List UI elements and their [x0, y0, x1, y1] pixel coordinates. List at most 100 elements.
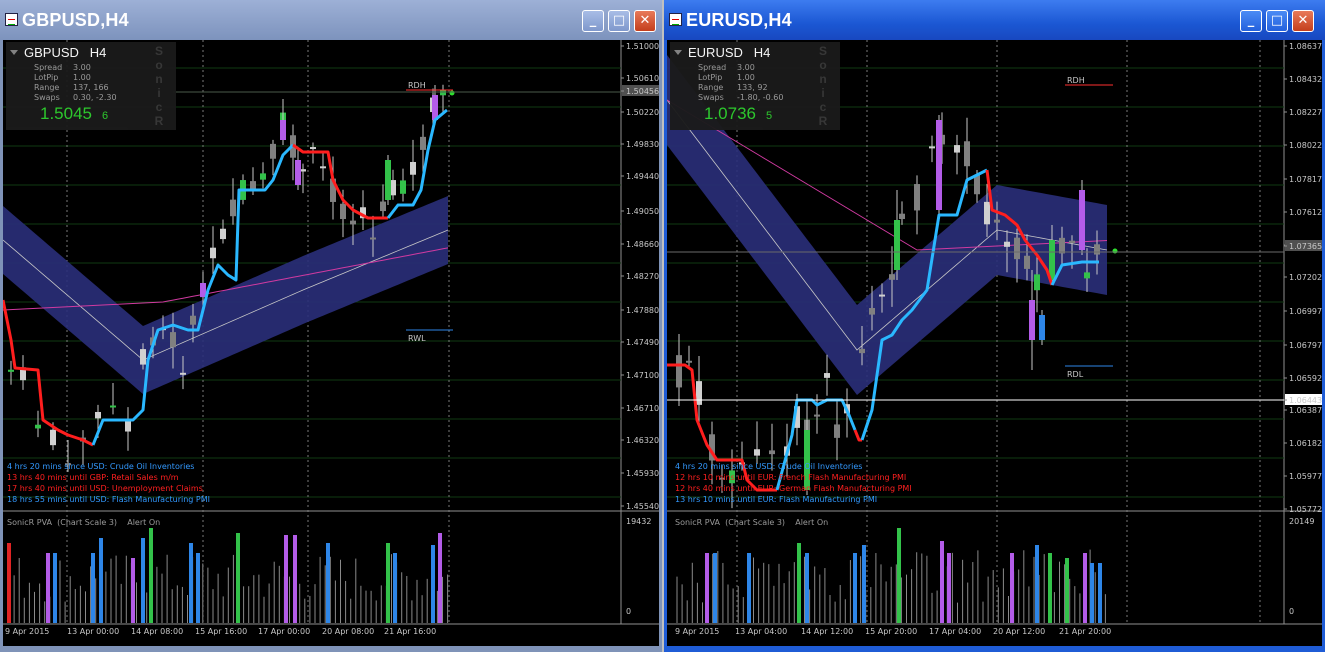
volume-bar: [862, 545, 866, 623]
volume-bar: [141, 538, 145, 623]
volume-bar: [747, 553, 751, 623]
price-tick-label: 1.47490: [626, 338, 659, 347]
price-tick-label: 1.06182: [1289, 439, 1322, 448]
volume-bar: [91, 553, 95, 623]
candle-body: [95, 411, 101, 419]
volume-bar: [326, 543, 330, 623]
candle-body: [914, 184, 920, 211]
candle-body: [420, 136, 426, 150]
candle-body: [350, 220, 356, 225]
price-tick-label: 1.07365: [1289, 242, 1322, 251]
volume-bar: [805, 553, 809, 623]
price-tick-label: 1.08022: [1289, 141, 1322, 150]
close-button[interactable]: ✕: [634, 10, 656, 32]
window-title-bar[interactable]: EURUSD,H4 _ □ ✕: [664, 0, 1325, 40]
close-button[interactable]: ✕: [1292, 10, 1314, 32]
volume-bar: [897, 528, 901, 623]
price-tick-label: 1.06797: [1289, 341, 1322, 350]
candle-body: [834, 424, 840, 438]
level-label: RWL: [408, 334, 426, 343]
candle-body: [385, 160, 391, 200]
collapse-triangle-icon[interactable]: [674, 50, 682, 55]
news-item: 4 hrs 20 mins since USD: Crude Oil Inven…: [675, 462, 863, 471]
candle-body: [1039, 315, 1045, 340]
volume-bar: [131, 558, 135, 623]
gbpusd-chart-window[interactable]: GBPUSD,H4 _ □ ✕ 1.51000 1.50610 1.50456 1.5…: [0, 0, 662, 652]
volume-bar: [53, 553, 57, 623]
maximize-button[interactable]: □: [1266, 10, 1288, 32]
time-tick-label: 15 Apr 16:00: [195, 627, 247, 636]
volume-bar: [1035, 545, 1039, 623]
candle-body: [400, 180, 406, 194]
candle-body: [889, 274, 895, 280]
volume-bar: [1065, 558, 1069, 623]
candle-body: [1014, 237, 1020, 260]
window-title-bar[interactable]: GBPUSD,H4 _ □ ✕: [0, 0, 662, 40]
candle-body: [1004, 241, 1010, 247]
candle-body: [769, 450, 775, 455]
indicator-label: SonicR PVA (Chart Scale 3) Alert On: [7, 518, 161, 527]
news-item: 4 hrs 20 mins since USD: Crude Oil Inven…: [7, 462, 195, 471]
price-tick-label: 1.50456: [626, 87, 659, 96]
price-tick-label: 1.50610: [626, 74, 659, 83]
news-item: 18 hrs 55 mins until USD: Flash Manufact…: [7, 495, 210, 504]
volume-bar: [713, 553, 717, 623]
level-label: RDH: [1067, 76, 1085, 85]
news-list: 4 hrs 20 mins since USD: Crude Oil Inven…: [675, 461, 912, 505]
candle-body: [894, 220, 900, 270]
candle-body: [954, 145, 960, 153]
price-tick-label: 1.48660: [626, 240, 659, 249]
time-tick-label: 13 Apr 04:00: [735, 627, 787, 636]
candle-body: [676, 355, 682, 388]
chart-area[interactable]: 1.51000 1.50610 1.50456 1.50220 1.49830 1.494…: [3, 40, 659, 646]
candle-body: [1079, 190, 1085, 250]
maximize-button[interactable]: □: [608, 10, 630, 32]
eurusd-chart-window[interactable]: EURUSD,H4 _ □ ✕ 1.08637 1.08432 1.08227 1.0…: [664, 0, 1325, 652]
candle-body: [35, 424, 41, 429]
price-tick-label: 1.49830: [626, 140, 659, 149]
candle-body: [859, 348, 865, 354]
level-label: RDL: [1067, 370, 1084, 379]
candle-body: [1029, 300, 1035, 340]
candle-body: [370, 237, 376, 240]
time-tick-label: 9 Apr 2015: [5, 627, 49, 636]
volume-bar: [1083, 553, 1087, 623]
volume-bar: [236, 533, 240, 623]
info-values: 3.00 1.00 137, 166 0.30, -2.30: [73, 63, 117, 102]
candle-body: [1094, 244, 1100, 255]
candle-body: [230, 199, 236, 217]
bid-price: 1.0736: [704, 104, 756, 123]
minimize-button[interactable]: _: [1240, 10, 1262, 32]
candle-body: [140, 349, 146, 365]
price-tick-label: 1.08227: [1289, 108, 1322, 117]
volume-bar: [947, 553, 951, 623]
price-tick-label: 1.08432: [1289, 75, 1322, 84]
candle-body: [270, 143, 276, 159]
collapse-triangle-icon[interactable]: [10, 50, 18, 55]
chart-area[interactable]: 1.08637 1.08432 1.08227 1.08022 1.07817 1.076…: [667, 40, 1322, 646]
volume-bar: [149, 528, 153, 623]
indicator-max-label: 20149: [1289, 517, 1314, 526]
symbol-label: GBPUSD H4: [24, 45, 107, 60]
candle-body: [754, 449, 760, 456]
price-tick-label: 1.07612: [1289, 208, 1322, 217]
bid-price: 1.5045: [40, 104, 92, 123]
time-tick-label: 14 Apr 12:00: [801, 627, 853, 636]
time-tick-label: 14 Apr 08:00: [131, 627, 183, 636]
candle-body: [929, 146, 935, 149]
candle-body: [200, 283, 206, 298]
news-item: 13 hrs 40 mins until GBP: Retail Sales m…: [7, 473, 179, 482]
indicator-min-label: 0: [626, 607, 631, 616]
price-chart[interactable]: 1.510001.506101.504561.502201.498301.494…: [3, 40, 659, 646]
info-values: 3.00 1.00 133, 92 -1.80, -0.60: [737, 63, 784, 102]
price-tick-label: 1.45540: [626, 502, 659, 511]
candle-body: [984, 201, 990, 225]
price-tick-label: 1.05977: [1289, 472, 1322, 481]
volume-bar: [393, 553, 397, 623]
volume-bar: [189, 543, 193, 623]
price-chart[interactable]: 1.08637 1.08432 1.08227 1.08022 1.07817 1.076…: [667, 40, 1322, 646]
volume-bar: [431, 545, 435, 623]
news-list: 4 hrs 20 mins since USD: Crude Oil Inven…: [7, 461, 210, 505]
price-tick-label: 1.06592: [1289, 374, 1322, 383]
minimize-button[interactable]: _: [582, 10, 604, 32]
